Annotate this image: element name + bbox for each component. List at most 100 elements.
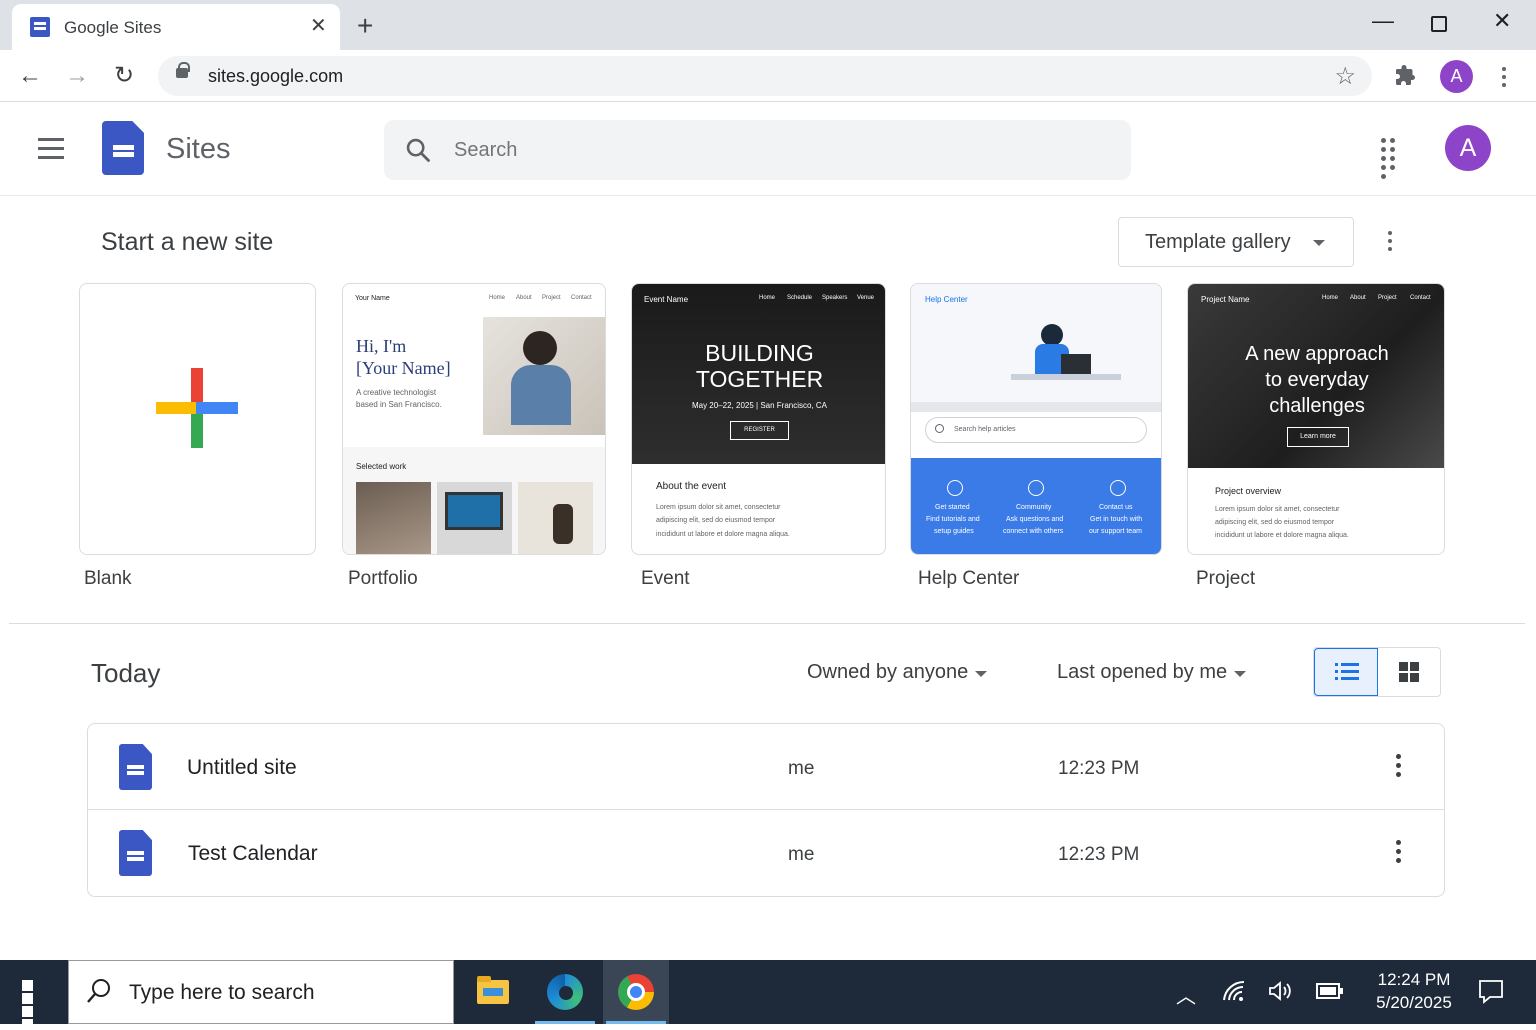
preview-headline-1: A new approach [1245,343,1389,365]
grid-view-button[interactable] [1378,648,1441,696]
bookmark-star-icon[interactable]: ☆ [1334,62,1356,91]
sites-logo-icon[interactable] [102,121,144,175]
preview-cta: REGISTER [730,421,789,440]
browser-toolbar: ← → ↻ sites.google.com ☆ A [0,50,1536,102]
preview-body: incididunt ut labore et dolore magna ali… [656,531,790,538]
taskbar-clock[interactable]: 12:24 PM 5/20/2025 [1366,968,1462,1014]
browser-profile-avatar[interactable]: A [1440,60,1473,93]
preview-section: Selected work [356,462,407,471]
template-card-project[interactable]: Project Name Home About Project Contact … [1187,283,1445,555]
search-bar[interactable] [384,120,1131,180]
sites-favicon-icon [30,17,50,37]
show-hidden-icons-icon[interactable]: ︿ [1176,980,1196,1009]
chevron-down-icon[interactable] [975,671,987,677]
main-menu-icon[interactable] [38,138,64,165]
template-label-portfolio[interactable]: Portfolio [348,568,418,590]
network-icon[interactable] [1222,980,1248,1002]
preview-headline: [Your Name] [356,358,451,378]
preview-search-text: Search help articles [954,426,1016,433]
more-options-icon[interactable] [1396,754,1402,781]
template-label-help-center[interactable]: Help Center [918,568,1019,590]
account-avatar[interactable]: A [1445,125,1491,171]
chevron-down-icon[interactable] [1234,671,1246,677]
preview-brand: Your Name [355,295,390,302]
battery-icon[interactable] [1316,982,1344,1000]
list-view-button[interactable] [1314,648,1378,696]
forward-icon[interactable]: → [63,62,91,90]
template-card-event[interactable]: Event Name Home Schedule Speakers Venue … [631,283,886,555]
list-view-icon [1335,663,1359,680]
file-explorer-icon[interactable] [459,960,525,1024]
preview-brand: Help Center [925,295,968,304]
preview-body: Lorem ipsum dolor sit amet, consectetur [1215,506,1340,513]
browser-menu-icon[interactable] [1502,67,1508,91]
owner-filter-dropdown[interactable]: Owned by anyone [807,661,968,684]
preview-desc: based in San Francisco. [356,400,442,409]
url-text: sites.google.com [208,66,344,86]
preview-brand: Project Name [1201,295,1250,304]
view-toggle [1313,647,1441,697]
preview-date: May 20–22, 2025 | San Francisco, CA [691,401,828,410]
sort-dropdown[interactable]: Last opened by me [1057,661,1227,684]
chrome-icon[interactable] [603,960,669,1024]
browser-tab[interactable]: Google Sites ✕ [12,4,340,50]
portfolio-photo [483,317,605,435]
close-tab-icon[interactable]: ✕ [310,16,327,36]
template-card-portfolio[interactable]: Your Name Home About Project Contact Hi,… [342,283,606,555]
reload-icon[interactable]: ↻ [110,62,138,90]
section-divider [9,623,1525,624]
minimize-icon[interactable]: — [1372,10,1394,32]
back-icon[interactable]: ← [16,62,44,90]
extensions-icon[interactable] [1394,64,1418,88]
template-label-event[interactable]: Event [641,568,690,590]
templates-more-icon[interactable] [1388,231,1394,255]
site-name[interactable]: Test Calendar [188,842,318,866]
table-row[interactable]: Untitled site me 12:23 PM [88,724,1444,810]
preview-body: Lorem ipsum dolor sit amet, consectetur [656,504,781,511]
template-card-help-center[interactable]: Help Center Search help articles Get sta… [910,283,1162,555]
template-gallery-label: Template gallery [1145,231,1291,253]
new-tab-icon[interactable]: + [357,12,373,40]
template-label-blank[interactable]: Blank [84,568,132,590]
preview-col-desc: Find tutorials and [926,516,980,523]
preview-body: incididunt ut labore et dolore magna ali… [1215,532,1349,539]
notifications-icon[interactable] [1478,978,1504,1004]
more-options-icon[interactable] [1396,840,1402,867]
search-input[interactable] [454,132,1094,168]
site-opened-time: 12:23 PM [1058,758,1140,779]
preview-headline-2: to everyday [1265,369,1369,391]
taskbar-search-placeholder: Type here to search [129,981,315,1004]
windows-start-icon[interactable] [22,980,46,1030]
preview-body: adipiscing elit, sed do eiusmod tempor [656,517,776,524]
preview-headline: BUILDING TOGETHER [632,340,885,392]
edge-icon[interactable] [535,960,601,1024]
restore-icon[interactable] [1431,16,1447,32]
site-owner: me [788,844,815,865]
preview-section: About the event [656,481,727,492]
search-icon[interactable] [404,136,432,164]
taskbar-search[interactable]: Type here to search [68,960,454,1024]
table-row[interactable]: Test Calendar me 12:23 PM [88,810,1444,896]
address-bar[interactable]: sites.google.com ☆ [158,56,1372,96]
clock-time: 12:24 PM [1377,970,1451,989]
preview-headline-3: challenges [1269,395,1365,417]
site-name[interactable]: Untitled site [187,756,297,780]
preview-nav: Home [759,295,776,301]
preview-body: adipiscing elit, sed do eiusmod tempor [1215,519,1335,526]
contact-icon [1110,480,1126,496]
template-gallery-button[interactable]: Template gallery [1118,217,1354,267]
templates-heading: Start a new site [101,228,274,256]
google-apps-icon[interactable] [1381,138,1405,179]
preview-col-desc: our support team [1089,528,1142,535]
preview-col-desc: Get in touch with [1090,516,1143,523]
app-name[interactable]: Sites [166,133,230,166]
preview-nav: About [516,295,532,301]
site-file-icon [119,830,152,876]
volume-icon[interactable] [1268,980,1294,1002]
close-window-icon[interactable]: ✕ [1493,10,1511,32]
preview-col-desc: connect with others [1003,528,1064,535]
preview-col-desc: setup guides [934,528,974,535]
preview-nav: Home [1322,295,1339,301]
template-label-project[interactable]: Project [1196,568,1255,590]
illustration-desk [1011,374,1121,380]
